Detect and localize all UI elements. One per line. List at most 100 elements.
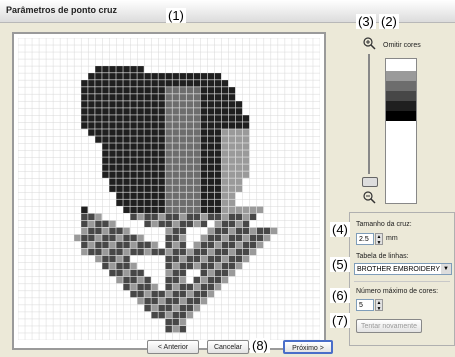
- stitch-cell: [214, 122, 222, 129]
- stitch-cell: [109, 80, 116, 87]
- stitch-cell: [172, 94, 179, 101]
- stitch-cell: [242, 129, 250, 136]
- stitch-cell: [193, 143, 201, 150]
- stitch-cell: [130, 150, 137, 157]
- stitch-cell: [137, 276, 144, 284]
- stitch-cell: [221, 213, 229, 221]
- stitch-cell: [165, 311, 172, 319]
- stitch-cell: [186, 185, 193, 192]
- stitch-cell: [214, 255, 222, 263]
- stitch-cell: [172, 283, 179, 291]
- zoom-in-icon[interactable]: [362, 36, 376, 50]
- color-swatch[interactable]: [386, 91, 416, 101]
- color-swatch[interactable]: [386, 71, 416, 81]
- stitch-cell: [193, 206, 201, 213]
- stitch-cell: [95, 115, 102, 122]
- stitch-cell: [172, 87, 179, 94]
- callout-4: (4): [330, 222, 350, 237]
- stitch-cell: [193, 129, 201, 136]
- stitch-cell: [186, 255, 193, 263]
- stitch-cell: [193, 150, 201, 157]
- stitch-cell: [109, 143, 116, 150]
- stitch-cell: [109, 73, 116, 80]
- stitch-cell: [228, 136, 236, 143]
- color-swatch[interactable]: [386, 111, 416, 121]
- stitch-cell: [179, 185, 186, 192]
- stitch-cell: [200, 199, 208, 206]
- stitch-cell: [228, 269, 236, 277]
- back-button[interactable]: < Anterior: [147, 340, 199, 354]
- stitch-cell: [200, 185, 208, 192]
- stitch-cell: [165, 178, 172, 185]
- stitch-cell: [235, 150, 243, 157]
- stitch-cell: [81, 122, 88, 129]
- color-swatch[interactable]: [386, 101, 416, 111]
- stitch-cell: [151, 157, 158, 164]
- stitch-cell: [172, 157, 179, 164]
- stitch-cell: [88, 101, 95, 108]
- zoom-slider-thumb[interactable]: [362, 177, 378, 187]
- stitch-cell: [81, 87, 88, 94]
- stitch-cell: [179, 220, 186, 228]
- stitch-cell: [228, 143, 236, 150]
- zoom-out-icon[interactable]: [362, 190, 376, 204]
- stitch-cell: [186, 178, 193, 185]
- stitch-cell: [116, 87, 123, 94]
- cross-size-stepper[interactable]: ▲ ▼: [375, 233, 383, 246]
- stitch-cell: [235, 171, 243, 178]
- cancel-button[interactable]: Cancelar: [207, 340, 249, 354]
- stitch-preview-area[interactable]: [12, 32, 326, 350]
- chevron-down-icon[interactable]: ▼: [441, 264, 451, 274]
- stitch-cell: [193, 241, 201, 249]
- stitch-cell: [172, 150, 179, 157]
- stitch-cell: [235, 227, 243, 235]
- cross-size-input[interactable]: 2.5: [356, 233, 374, 245]
- stitch-cell: [158, 94, 165, 101]
- stitch-cell: [228, 199, 236, 206]
- stitch-cell: [172, 108, 179, 115]
- zoom-slider[interactable]: [358, 32, 380, 187]
- stitch-cell: [165, 206, 172, 213]
- stitch-cell: [221, 241, 229, 249]
- stitch-cell: [158, 290, 165, 298]
- stitch-cell: [179, 304, 186, 312]
- stitch-cell: [200, 220, 208, 228]
- color-swatch[interactable]: [386, 81, 416, 91]
- stitch-cell: [193, 122, 201, 129]
- next-button[interactable]: Próximo >: [283, 340, 333, 354]
- stitch-cell: [207, 192, 215, 199]
- color-list[interactable]: [385, 58, 417, 204]
- stitch-cell: [235, 122, 243, 129]
- stitch-cell: [158, 297, 165, 305]
- stitch-cell: [151, 311, 158, 319]
- max-colors-input[interactable]: 5: [356, 299, 374, 311]
- stitch-cell: [207, 234, 215, 242]
- stitch-cell: [130, 157, 137, 164]
- max-colors-stepper[interactable]: ▲ ▼: [375, 299, 383, 312]
- stitch-cell: [186, 220, 193, 228]
- stitch-cell: [123, 241, 130, 249]
- thread-table-select[interactable]: BROTHER EMBROIDERY ▼: [354, 263, 452, 275]
- stitch-cell: [151, 248, 158, 256]
- stitch-cell: [123, 94, 130, 101]
- stitch-cell: [200, 115, 208, 122]
- callout-2: (2): [379, 14, 399, 29]
- stitch-cell: [228, 157, 236, 164]
- stitch-cell: [186, 164, 193, 171]
- stitch-cell: [165, 213, 172, 221]
- cross-size-label: Tamanho da cruz:: [356, 221, 412, 228]
- stitch-cell: [263, 227, 271, 235]
- stitch-cell: [200, 129, 208, 136]
- zoom-slider-track[interactable]: [368, 54, 370, 174]
- stitch-cell: [123, 283, 130, 291]
- stitch-cell: [130, 171, 137, 178]
- stitch-cell: [165, 94, 172, 101]
- retry-button[interactable]: Tentar novamente: [356, 319, 422, 333]
- stitch-cell: [123, 199, 130, 206]
- stitch-cell: [123, 73, 130, 80]
- stitch-cell: [214, 213, 222, 221]
- stitch-cell: [130, 66, 137, 73]
- stitch-cell: [165, 227, 172, 235]
- stitch-cell: [137, 87, 144, 94]
- stitch-cell: [172, 199, 179, 206]
